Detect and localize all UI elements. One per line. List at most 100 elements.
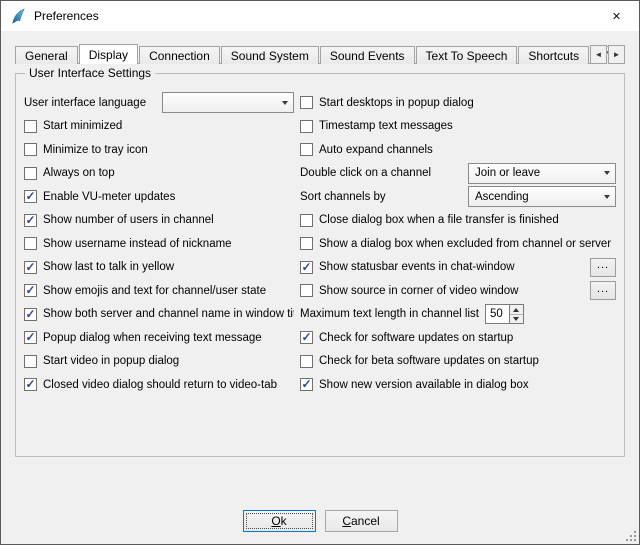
close-button[interactable]: ✕ — [594, 1, 639, 31]
checkbox-minimize-to-tray[interactable]: Minimize to tray icon — [24, 138, 294, 162]
checkbox-label: Always on top — [43, 167, 115, 179]
checkbox-label: Start minimized — [43, 120, 122, 132]
checkbox-excluded-dialog[interactable]: Show a dialog box when excluded from cha… — [300, 232, 616, 256]
checkbox-popup-text-message[interactable]: Popup dialog when receiving text message — [24, 326, 294, 350]
checkbox-label: Show a dialog box when excluded from cha… — [319, 238, 611, 250]
tab-general[interactable]: General — [15, 46, 78, 64]
checkbox-label: Show both server and channel name in win… — [43, 308, 294, 320]
sort-channels-row: Sort channels by Ascending — [300, 185, 616, 209]
app-logo-icon — [10, 8, 27, 25]
tab-sound-system[interactable]: Sound System — [221, 46, 319, 64]
checkbox-always-on-top[interactable]: Always on top — [24, 162, 294, 186]
checkbox-start-minimized[interactable]: Start minimized — [24, 115, 294, 139]
tab-scroll-right-icon: ► — [613, 50, 621, 59]
checkbox-label: Popup dialog when receiving text message — [43, 332, 262, 344]
spinner-buttons — [509, 304, 524, 324]
checkbox-label: Show number of users in channel — [43, 214, 214, 226]
checkbox-label: Minimize to tray icon — [43, 144, 148, 156]
checkbox-box[interactable] — [24, 143, 37, 156]
combobox-value: Join or leave — [475, 167, 598, 179]
checkbox-show-user-count[interactable]: Show number of users in channel — [24, 209, 294, 233]
max-text-length-spinner[interactable]: 50 — [485, 304, 524, 324]
checkbox-server-channel-in-title[interactable]: Show both server and channel name in win… — [24, 303, 294, 327]
spinner-down-button[interactable] — [510, 315, 523, 324]
checkbox-box[interactable] — [300, 331, 313, 344]
tab-scroll-right-button[interactable]: ► — [608, 45, 625, 64]
ok-button-label: Ok — [271, 514, 286, 528]
checkbox-label: Show last to talk in yellow — [43, 261, 174, 273]
dialog-content: General Display Connection Sound System … — [15, 31, 625, 457]
sort-channels-combobox[interactable]: Ascending — [468, 186, 616, 207]
checkbox-box[interactable] — [24, 120, 37, 133]
tab-label: Sound Events — [330, 49, 405, 63]
tab-scroll-buttons: ◄ ► — [589, 45, 625, 64]
max-text-length-row: Maximum text length in channel list 50 — [300, 303, 616, 327]
checkbox-box[interactable] — [24, 214, 37, 227]
ok-button[interactable]: Ok — [243, 510, 316, 532]
checkbox-software-updates[interactable]: Check for software updates on startup — [300, 326, 616, 350]
cancel-button-label: Cancel — [342, 514, 379, 528]
checkbox-box[interactable] — [300, 96, 313, 109]
titlebar: Preferences ✕ — [1, 1, 639, 31]
checkbox-auto-expand-channels[interactable]: Auto expand channels — [300, 138, 616, 162]
checkbox-close-on-file-transfer[interactable]: Close dialog box when a file transfer is… — [300, 209, 616, 233]
checkbox-video-popup-dialog[interactable]: Start video in popup dialog — [24, 350, 294, 374]
checkbox-timestamp-messages[interactable]: Timestamp text messages — [300, 115, 616, 139]
checkbox-video-source-corner[interactable] — [300, 284, 313, 297]
checkbox-label: Close dialog box when a file transfer is… — [319, 214, 559, 226]
checkbox-box[interactable] — [24, 190, 37, 203]
spinner-value[interactable]: 50 — [485, 304, 509, 324]
checkbox-label: Closed video dialog should return to vid… — [43, 379, 277, 391]
checkbox-box[interactable] — [24, 331, 37, 344]
language-row: User interface language — [24, 91, 294, 115]
tab-strip: General Display Connection Sound System … — [15, 43, 625, 64]
checkbox-statusbar-events[interactable] — [300, 261, 313, 274]
double-click-combobox[interactable]: Join or leave — [468, 163, 616, 184]
checkbox-label: Show new version available in dialog box — [319, 379, 529, 391]
checkbox-box[interactable] — [300, 237, 313, 250]
user-interface-settings-group: User Interface Settings User interface l… — [15, 73, 625, 457]
combobox-value: Ascending — [475, 191, 598, 203]
checkbox-box[interactable] — [24, 308, 37, 321]
checkbox-box[interactable] — [300, 214, 313, 227]
checkbox-label: Auto expand channels — [319, 144, 433, 156]
close-icon: ✕ — [612, 10, 621, 23]
spinner-up-icon — [513, 308, 519, 312]
spinner-up-button[interactable] — [510, 305, 523, 315]
tab-label: General — [25, 49, 68, 63]
checkbox-video-return-to-tab[interactable]: Closed video dialog should return to vid… — [24, 373, 294, 397]
checkbox-box[interactable] — [24, 355, 37, 368]
checkbox-box[interactable] — [300, 355, 313, 368]
checkbox-box[interactable] — [300, 120, 313, 133]
tab-shortcuts[interactable]: Shortcuts — [518, 46, 589, 64]
checkbox-vu-meter-updates[interactable]: Enable VU-meter updates — [24, 185, 294, 209]
left-column: User interface language Start minimized … — [24, 91, 294, 397]
window-title: Preferences — [34, 9, 99, 23]
checkbox-show-username[interactable]: Show username instead of nickname — [24, 232, 294, 256]
checkbox-box[interactable] — [24, 261, 37, 274]
video-source-config-button[interactable]: ... — [590, 281, 616, 300]
tab-connection[interactable]: Connection — [139, 46, 220, 64]
checkbox-box[interactable] — [300, 378, 313, 391]
checkbox-new-version-dialog[interactable]: Show new version available in dialog box — [300, 373, 616, 397]
statusbar-events-config-button[interactable]: ... — [590, 258, 616, 277]
language-combobox[interactable] — [162, 92, 294, 113]
checkbox-beta-updates[interactable]: Check for beta software updates on start… — [300, 350, 616, 374]
tab-label: Sound System — [231, 49, 309, 63]
checkbox-box[interactable] — [300, 143, 313, 156]
checkbox-box[interactable] — [24, 167, 37, 180]
tab-sound-events[interactable]: Sound Events — [320, 46, 415, 64]
tab-scroll-left-button[interactable]: ◄ — [590, 45, 607, 64]
checkbox-label: Start desktops in popup dialog — [319, 97, 474, 109]
cancel-button[interactable]: Cancel — [325, 510, 398, 532]
checkbox-last-talk-yellow[interactable]: Show last to talk in yellow — [24, 256, 294, 280]
tab-text-to-speech[interactable]: Text To Speech — [416, 46, 518, 64]
checkbox-box[interactable] — [24, 237, 37, 250]
tab-display[interactable]: Display — [79, 44, 138, 64]
checkbox-desktops-popup[interactable]: Start desktops in popup dialog — [300, 91, 616, 115]
checkbox-label: Check for software updates on startup — [319, 332, 513, 344]
resize-grip[interactable] — [625, 530, 639, 544]
checkbox-box[interactable] — [24, 378, 37, 391]
checkbox-emojis-text-state[interactable]: Show emojis and text for channel/user st… — [24, 279, 294, 303]
checkbox-box[interactable] — [24, 284, 37, 297]
